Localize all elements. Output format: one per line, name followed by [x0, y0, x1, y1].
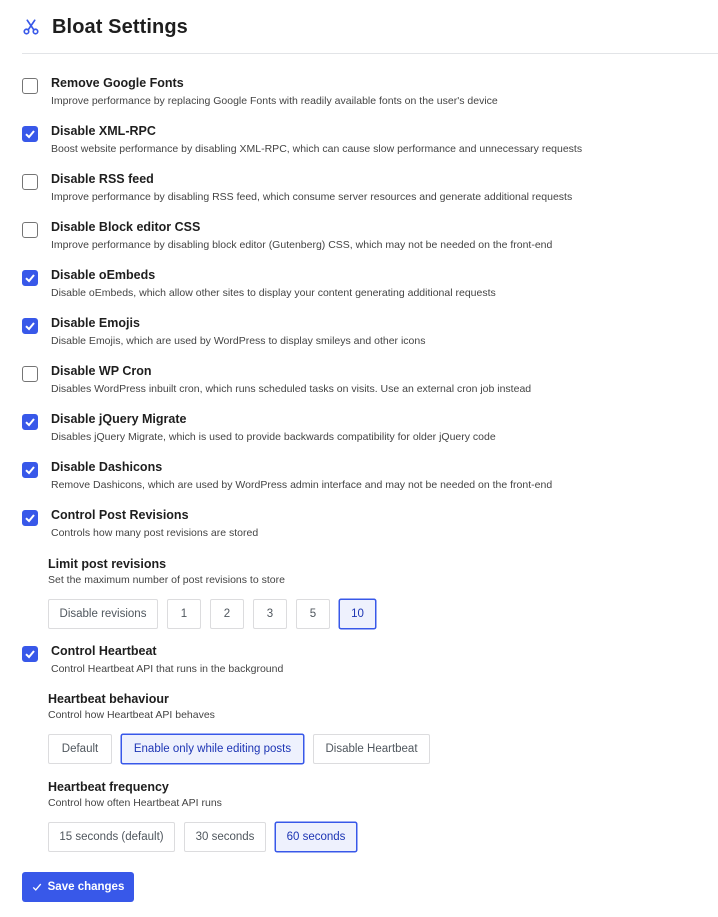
setting-label[interactable]: Disable jQuery Migrate: [51, 412, 186, 426]
revisions-option-1[interactable]: 1: [167, 599, 201, 629]
limit-post-revisions-label: Limit post revisions: [48, 557, 167, 571]
setting-label[interactable]: Disable Dashicons: [51, 460, 162, 474]
revisions-option-3[interactable]: 3: [253, 599, 287, 629]
disable-rss-feed-checkbox[interactable]: [22, 174, 38, 190]
setting-description: Remove Dashicons, which are used by Word…: [51, 479, 553, 491]
setting-description: Boost website performance by disabling X…: [51, 143, 583, 155]
heartbeat-frequency-options: 15 seconds (default) 30 seconds 60 secon…: [48, 822, 357, 852]
setting-description: Controls how many post revisions are sto…: [51, 527, 259, 539]
frequency-option-60[interactable]: 60 seconds: [275, 822, 357, 852]
setting-label[interactable]: Disable Emojis: [51, 316, 140, 330]
heartbeat-frequency-label: Heartbeat frequency: [48, 780, 169, 794]
save-changes-button[interactable]: Save changes: [22, 872, 134, 902]
check-icon: [25, 418, 35, 427]
setting-label[interactable]: Disable RSS feed: [51, 172, 154, 186]
heartbeat-behaviour-description: Control how Heartbeat API behaves: [48, 709, 215, 721]
setting-description: Control Heartbeat API that runs in the b…: [51, 663, 284, 675]
heartbeat-behaviour-options: Default Enable only while editing posts …: [48, 734, 430, 764]
page-title: Bloat Settings: [52, 15, 188, 38]
disable-xml-rpc-checkbox[interactable]: [22, 126, 38, 142]
check-icon: [32, 883, 41, 891]
control-post-revisions-checkbox[interactable]: [22, 510, 38, 526]
heartbeat-option-default[interactable]: Default: [48, 734, 112, 764]
check-icon: [25, 466, 35, 475]
disable-dashicons-checkbox[interactable]: [22, 462, 38, 478]
disable-wp-cron-checkbox[interactable]: [22, 366, 38, 382]
setting-label[interactable]: Control Post Revisions: [51, 508, 189, 522]
check-icon: [25, 274, 35, 283]
page-header: Bloat Settings: [22, 14, 188, 40]
heartbeat-behaviour-group: Heartbeat behaviour Control how Heartbea…: [48, 692, 215, 721]
check-icon: [25, 130, 35, 139]
heartbeat-option-disable[interactable]: Disable Heartbeat: [313, 734, 430, 764]
setting-label[interactable]: Disable WP Cron: [51, 364, 151, 378]
revisions-options: Disable revisions 1 2 3 5 10: [48, 599, 376, 629]
disable-block-editor-css-checkbox[interactable]: [22, 222, 38, 238]
heartbeat-option-editing-posts[interactable]: Enable only while editing posts: [121, 734, 304, 764]
setting-label[interactable]: Control Heartbeat: [51, 644, 157, 658]
disable-emojis-checkbox[interactable]: [22, 318, 38, 334]
frequency-option-30[interactable]: 30 seconds: [184, 822, 266, 852]
heartbeat-frequency-description: Control how often Heartbeat API runs: [48, 797, 222, 809]
setting-description: Improve performance by disabling RSS fee…: [51, 191, 573, 203]
revisions-option-2[interactable]: 2: [210, 599, 244, 629]
setting-label[interactable]: Disable Block editor CSS: [51, 220, 200, 234]
remove-google-fonts-checkbox[interactable]: [22, 78, 38, 94]
limit-post-revisions-group: Limit post revisions Set the maximum num…: [48, 557, 285, 586]
disable-oembeds-checkbox[interactable]: [22, 270, 38, 286]
heartbeat-frequency-group: Heartbeat frequency Control how often He…: [48, 780, 222, 809]
header-divider: [22, 53, 718, 54]
setting-description: Disable oEmbeds, which allow other sites…: [51, 287, 496, 299]
setting-description: Improve performance by replacing Google …: [51, 95, 498, 107]
setting-label[interactable]: Disable oEmbeds: [51, 268, 155, 282]
limit-post-revisions-description: Set the maximum number of post revisions…: [48, 574, 285, 586]
scissors-icon: [23, 19, 39, 35]
frequency-option-15[interactable]: 15 seconds (default): [48, 822, 175, 852]
check-icon: [25, 514, 35, 523]
revisions-option-disable[interactable]: Disable revisions: [48, 599, 158, 629]
check-icon: [25, 650, 35, 659]
setting-label[interactable]: Remove Google Fonts: [51, 76, 184, 90]
setting-label[interactable]: Disable XML-RPC: [51, 124, 156, 138]
heartbeat-behaviour-label: Heartbeat behaviour: [48, 692, 169, 706]
save-changes-label: Save changes: [47, 881, 125, 893]
check-icon: [25, 322, 35, 331]
setting-description: Disables WordPress inbuilt cron, which r…: [51, 383, 532, 395]
setting-description: Improve performance by disabling block e…: [51, 239, 553, 251]
revisions-option-10[interactable]: 10: [339, 599, 376, 629]
setting-description: Disable Emojis, which are used by WordPr…: [51, 335, 426, 347]
disable-jquery-migrate-checkbox[interactable]: [22, 414, 38, 430]
control-heartbeat-checkbox[interactable]: [22, 646, 38, 662]
setting-description: Disables jQuery Migrate, which is used t…: [51, 431, 496, 443]
revisions-option-5[interactable]: 5: [296, 599, 330, 629]
